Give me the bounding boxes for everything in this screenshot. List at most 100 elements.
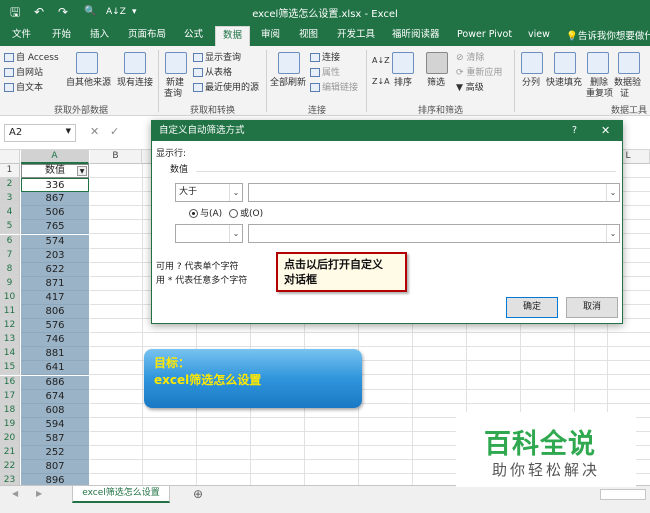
data-cell[interactable]: 641 xyxy=(21,361,89,376)
tab-insert[interactable]: 插入 xyxy=(90,28,109,42)
row-header[interactable]: 10 xyxy=(0,290,20,305)
row-header[interactable]: 1 xyxy=(0,164,20,178)
new-query-button[interactable]: 新建 xyxy=(166,78,184,89)
text-to-columns-button[interactable]: 分列 xyxy=(522,78,540,89)
row-header[interactable]: 14 xyxy=(0,347,20,362)
data-cell[interactable]: 686 xyxy=(21,375,89,390)
remove-duplicates-button[interactable]: 删除 xyxy=(590,78,608,89)
row-header[interactable]: 13 xyxy=(0,333,20,348)
data-validation-button[interactable]: 数据验 xyxy=(614,78,641,89)
row-header[interactable]: 4 xyxy=(0,206,20,221)
advanced-filter-button[interactable]: ▼ 高级 xyxy=(456,83,484,94)
cancel-formula-icon[interactable]: ✕ xyxy=(90,125,99,138)
value-combo-1[interactable]: ⌄ xyxy=(248,183,620,202)
tab-view[interactable]: 视图 xyxy=(299,28,318,42)
operator-select-1[interactable]: 大于 ⌄ xyxy=(175,183,243,202)
tab-file[interactable]: 文件 xyxy=(12,28,31,42)
tab-data[interactable]: 数据 xyxy=(215,26,251,46)
data-cell[interactable]: 622 xyxy=(21,262,89,277)
tab-foxit[interactable]: 福昕阅读器 xyxy=(392,28,440,42)
ok-button[interactable]: 确定 xyxy=(506,297,558,318)
data-cell[interactable]: 871 xyxy=(21,276,89,291)
scroll-left-icon[interactable]: ◀ xyxy=(12,489,18,498)
row-header[interactable]: 15 xyxy=(0,361,20,376)
operator-select-2[interactable]: ⌄ xyxy=(175,224,243,243)
row-header[interactable]: 12 xyxy=(0,319,20,334)
row-header[interactable]: 22 xyxy=(0,460,20,475)
cancel-button[interactable]: 取消 xyxy=(566,297,618,318)
data-cell[interactable]: 674 xyxy=(21,389,89,404)
tell-me-search[interactable]: 💡告诉我你想要做什么 xyxy=(566,28,650,42)
edit-links-button[interactable]: 编辑链接 xyxy=(310,83,358,94)
row-header[interactable]: 7 xyxy=(0,248,20,263)
tab-developer[interactable]: 开发工具 xyxy=(337,28,375,42)
row-header[interactable]: 8 xyxy=(0,262,20,277)
data-cell[interactable]: 881 xyxy=(21,347,89,362)
sort-button[interactable]: 排序 xyxy=(394,78,412,89)
or-radio[interactable]: 或(O) xyxy=(229,209,263,220)
select-all-corner[interactable] xyxy=(0,150,20,164)
enter-formula-icon[interactable]: ✓ xyxy=(110,125,119,138)
data-cell[interactable]: 336 xyxy=(21,178,89,193)
data-cell[interactable]: 574 xyxy=(21,234,89,249)
row-header[interactable]: 19 xyxy=(0,417,20,432)
close-icon[interactable]: ✕ xyxy=(601,121,610,141)
row-header[interactable]: 20 xyxy=(0,431,20,446)
column-header-b[interactable]: B xyxy=(90,150,142,164)
row-header[interactable]: 6 xyxy=(0,234,20,249)
existing-connections-button[interactable]: 现有连接 xyxy=(117,78,153,89)
from-web-button[interactable]: 自网站 xyxy=(4,68,43,79)
sort-az-icon[interactable]: A↓Z xyxy=(372,55,390,66)
data-cell[interactable]: 807 xyxy=(21,460,89,475)
and-radio[interactable]: 与(A) xyxy=(189,209,222,220)
data-cell[interactable]: 417 xyxy=(21,290,89,305)
properties-button[interactable]: 属性 xyxy=(310,68,340,79)
data-cell[interactable]: 203 xyxy=(21,248,89,263)
reapply-button[interactable]: ⟳ 重新应用 xyxy=(456,68,502,79)
value-combo-2[interactable]: ⌄ xyxy=(248,224,620,243)
tab-view-addin[interactable]: view xyxy=(528,28,550,42)
row-header[interactable]: 16 xyxy=(0,375,20,390)
add-sheet-icon[interactable]: ⊕ xyxy=(193,487,203,501)
sheet-tab[interactable]: excel筛选怎么设置 xyxy=(72,486,170,503)
data-cell[interactable]: 608 xyxy=(21,403,89,418)
name-box[interactable]: A2 ▼ xyxy=(4,124,76,142)
tab-power-pivot[interactable]: Power Pivot xyxy=(457,28,512,42)
horizontal-scrollbar[interactable] xyxy=(600,489,646,500)
row-header[interactable]: 18 xyxy=(0,403,20,418)
data-cell[interactable]: 252 xyxy=(21,446,89,460)
data-cell[interactable]: 746 xyxy=(21,333,89,348)
recent-sources-button[interactable]: 最近使用的源 xyxy=(193,83,259,94)
help-icon[interactable]: ? xyxy=(572,121,577,141)
clear-filter-button[interactable]: ⊘ 清除 xyxy=(456,53,484,64)
filter-dropdown-icon[interactable]: ▼ xyxy=(77,166,87,176)
row-header[interactable]: 21 xyxy=(0,446,20,460)
show-queries-button[interactable]: 显示查询 xyxy=(193,53,241,64)
refresh-all-button[interactable]: 全部刷新 xyxy=(270,78,306,89)
column-header-a[interactable]: A xyxy=(21,150,89,164)
row-header[interactable]: 2 xyxy=(0,178,20,193)
filter-button[interactable]: 筛选 xyxy=(427,78,445,89)
data-cell[interactable]: 594 xyxy=(21,417,89,432)
row-header[interactable]: 11 xyxy=(0,305,20,319)
data-cell[interactable]: 576 xyxy=(21,319,89,334)
sort-za-icon[interactable]: Z↓A xyxy=(372,76,390,87)
tab-page-layout[interactable]: 页面布局 xyxy=(128,28,166,42)
scroll-right-icon[interactable]: ▶ xyxy=(36,489,42,498)
data-cell[interactable]: 867 xyxy=(21,192,89,207)
data-cell[interactable]: 806 xyxy=(21,305,89,319)
data-cell[interactable]: 587 xyxy=(21,431,89,446)
connections-button[interactable]: 连接 xyxy=(310,53,340,64)
header-cell-a1[interactable]: 数值 ▼ xyxy=(21,164,89,178)
from-access-button[interactable]: 自 Access xyxy=(4,53,59,64)
tab-review[interactable]: 审阅 xyxy=(261,28,280,42)
tab-home[interactable]: 开始 xyxy=(52,28,71,42)
tab-formulas[interactable]: 公式 xyxy=(184,28,203,42)
from-text-button[interactable]: 自文本 xyxy=(4,83,43,94)
data-cell[interactable]: 765 xyxy=(21,220,89,235)
data-cell[interactable]: 506 xyxy=(21,206,89,221)
row-header[interactable]: 3 xyxy=(0,192,20,207)
row-header[interactable]: 17 xyxy=(0,389,20,404)
other-sources-button[interactable]: 自其他来源 xyxy=(66,78,111,89)
from-table-button[interactable]: 从表格 xyxy=(193,68,232,79)
